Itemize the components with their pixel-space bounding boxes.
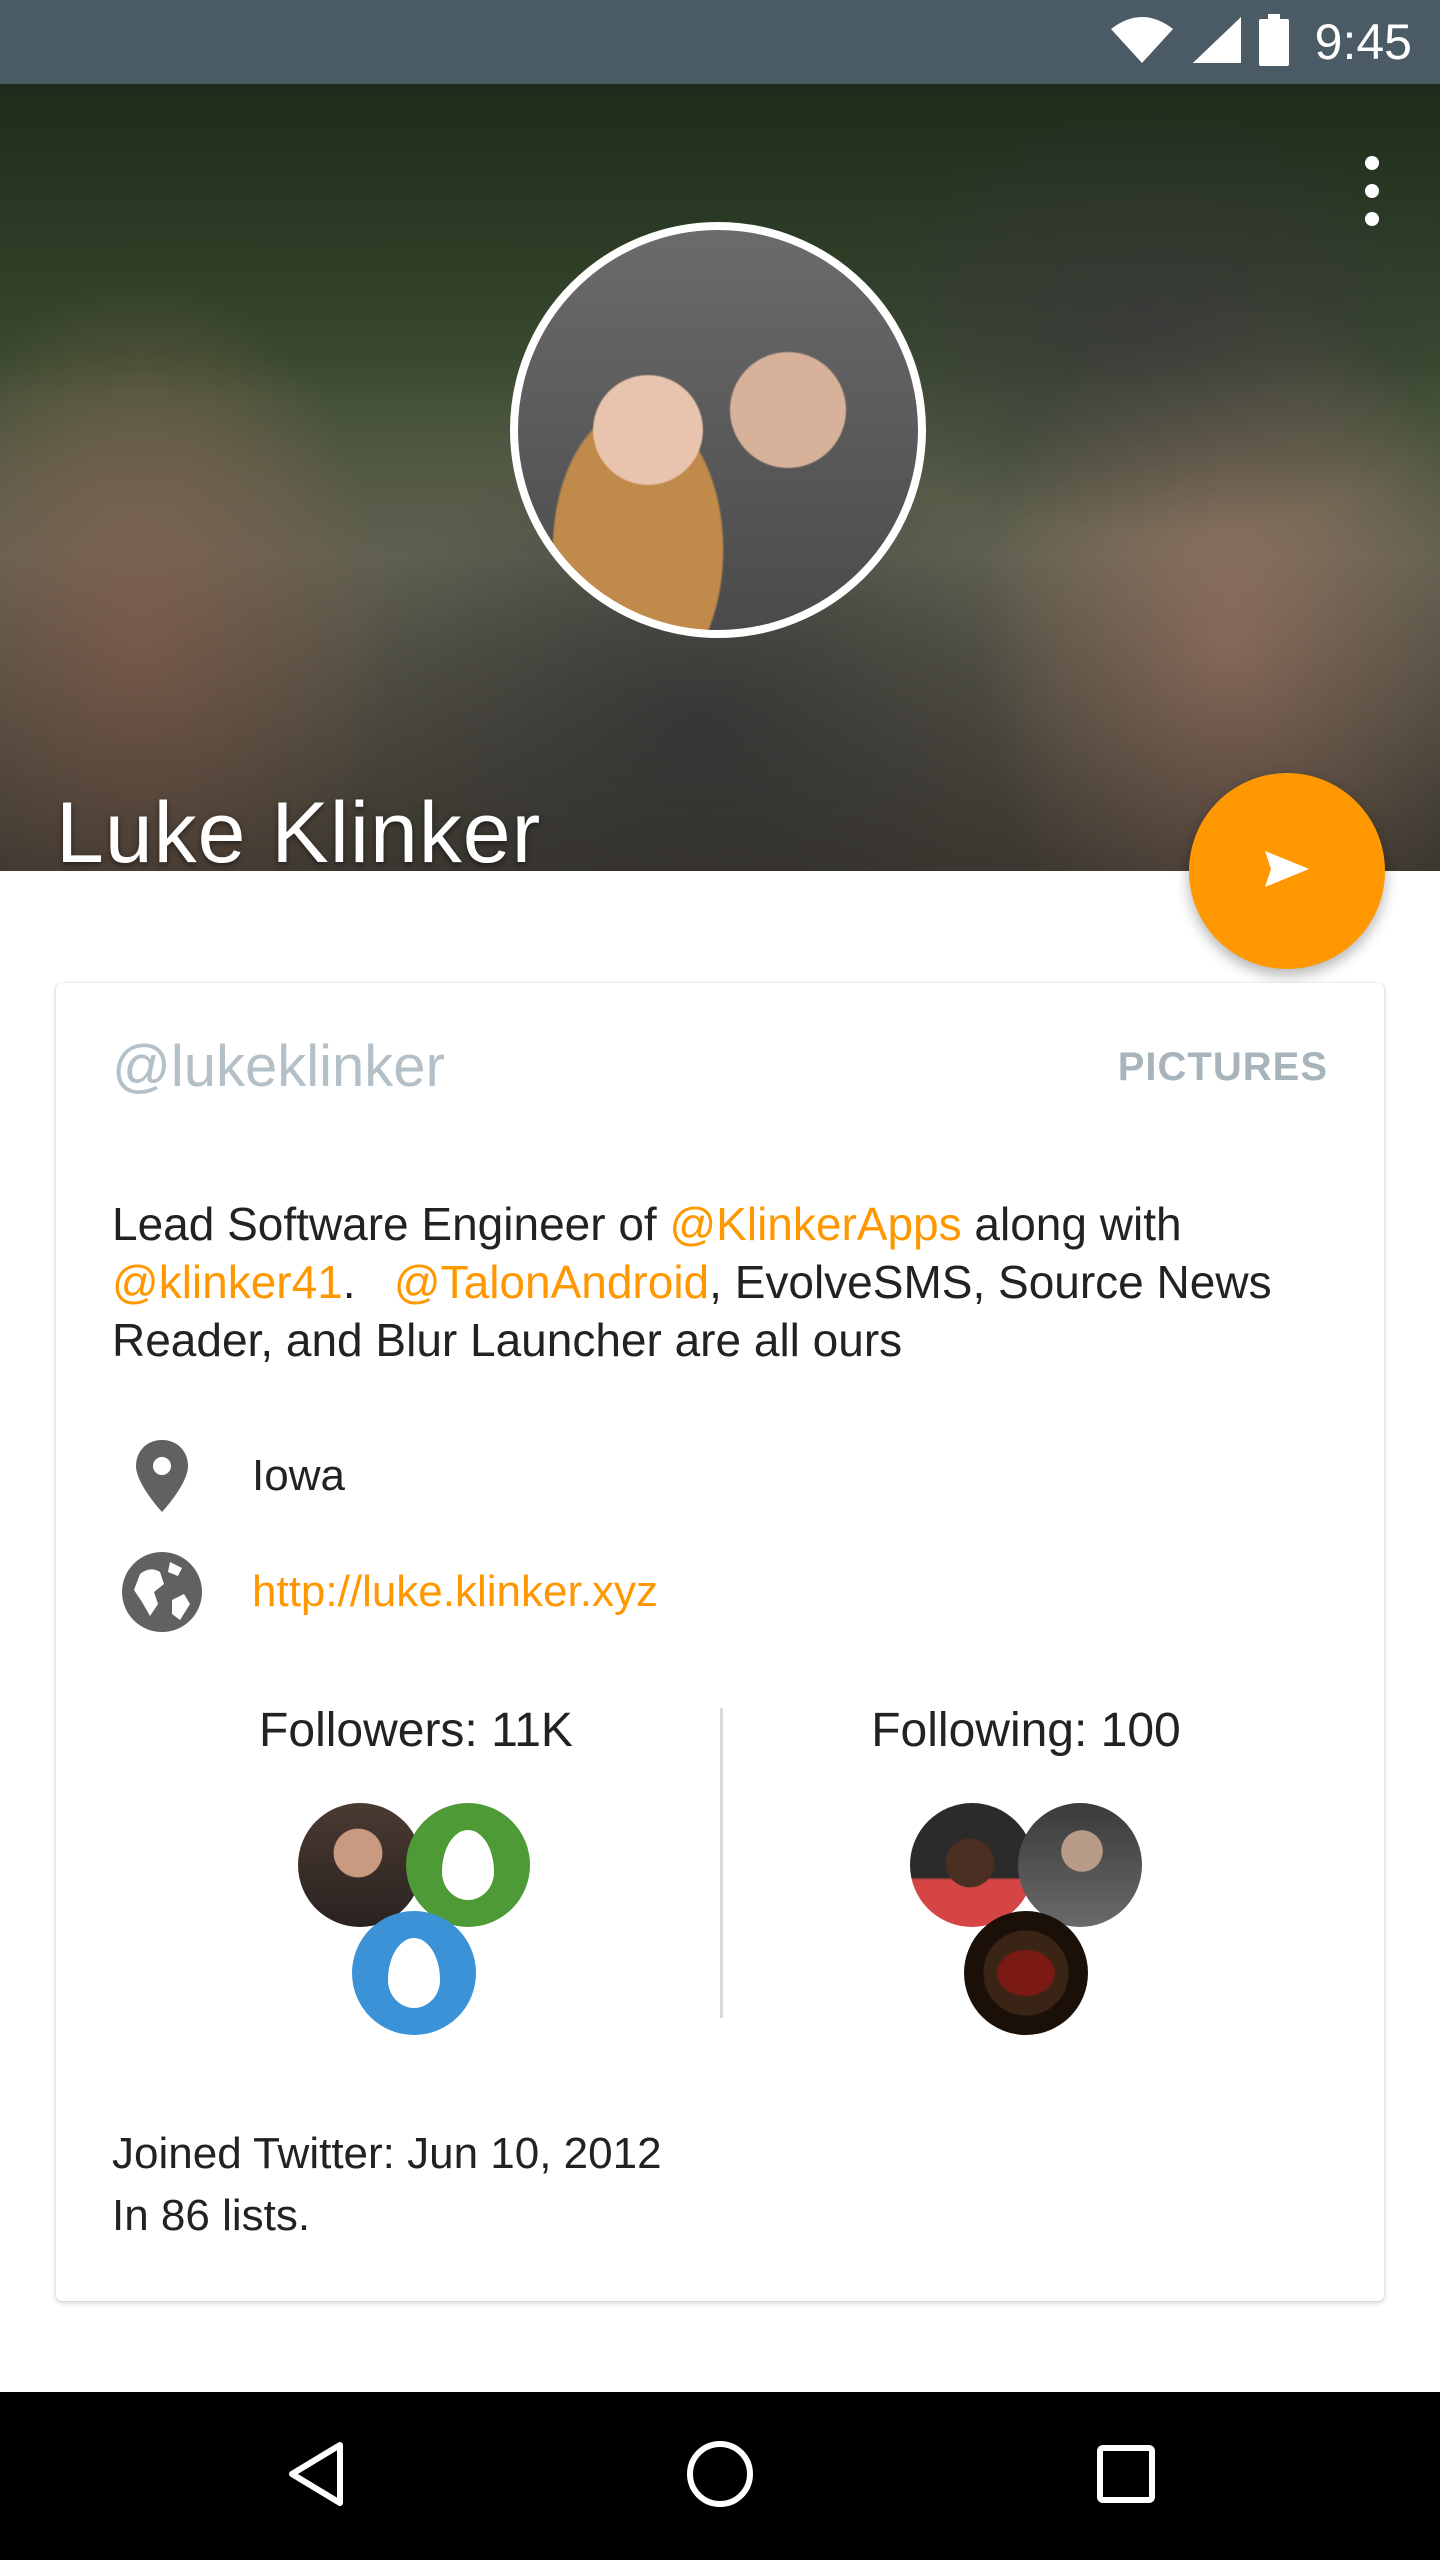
home-circle-icon [686,2440,754,2513]
bio-text: . [342,1256,394,1308]
status-time: 9:45 [1314,14,1412,70]
profile-bio: Lead Software Engineer of @KlinkerApps a… [112,1195,1332,1369]
wifi-icon [1109,15,1175,70]
mention-link[interactable]: @TalonAndroid [394,1256,709,1308]
location-row: Iowa [112,1438,345,1514]
account-info: Joined Twitter: Jun 10, 2012 In 86 lists… [112,2123,662,2247]
home-button[interactable] [650,2392,790,2560]
profile-name: Luke Klinker [56,785,542,871]
follower-avatar[interactable] [298,1803,422,1927]
profile-card: @lukeklinker PICTURES Lead Software Engi… [56,983,1384,2301]
globe-icon [112,1550,212,1634]
location-pin-icon [112,1438,212,1514]
status-bar: 9:45 [0,0,1440,84]
mention-link[interactable]: @klinker41 [112,1256,343,1308]
mention-link[interactable]: @KlinkerApps [669,1198,961,1250]
pictures-button[interactable]: PICTURES [1118,1045,1328,1090]
follower-avatar[interactable] [352,1911,476,2035]
lists-count[interactable]: In 86 lists. [112,2185,662,2247]
back-triangle-icon [286,2441,346,2512]
profile-handle: @lukeklinker [112,1034,445,1099]
recent-apps-button[interactable] [1056,2392,1196,2560]
stats-divider [720,1708,723,2018]
overflow-menu-icon[interactable] [1360,156,1384,226]
following-avatar[interactable] [1018,1803,1142,1927]
website-row[interactable]: http://luke.klinker.xyz [112,1550,658,1634]
website-link[interactable]: http://luke.klinker.xyz [252,1567,658,1617]
back-button[interactable] [246,2392,386,2560]
recent-square-icon [1096,2444,1156,2509]
send-message-button[interactable] [1189,773,1385,969]
joined-date: Joined Twitter: Jun 10, 2012 [112,2129,662,2178]
followers-count[interactable]: Followers: 11K [116,1703,716,1758]
battery-icon [1258,13,1289,71]
following-avatar[interactable] [964,1911,1088,2035]
following-count[interactable]: Following: 100 [726,1703,1326,1758]
following-avatar[interactable] [910,1803,1034,1927]
signal-icon [1191,15,1243,70]
profile-header-image: Luke Klinker [0,84,1440,871]
status-icons: 9:45 [1109,0,1412,84]
bio-text: Lead Software Engineer of [112,1198,670,1250]
follower-avatar[interactable] [406,1803,530,1927]
bio-text: along with [961,1198,1182,1250]
navigation-bar [0,2392,1440,2560]
send-icon [1263,849,1311,894]
profile-avatar[interactable] [510,222,926,638]
location-text: Iowa [252,1451,345,1500]
